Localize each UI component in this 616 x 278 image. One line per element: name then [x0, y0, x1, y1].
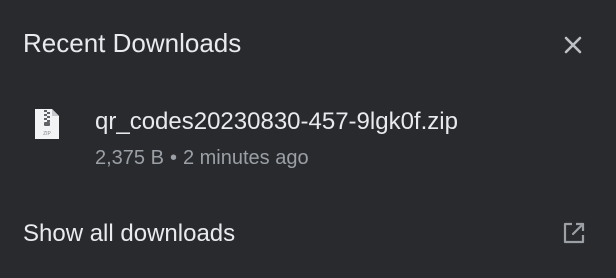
download-meta: 2,375 B • 2 minutes ago: [95, 145, 309, 171]
zip-file-icon: ZIP: [34, 108, 60, 140]
close-icon: [563, 35, 583, 55]
download-size: 2,375 B: [95, 147, 164, 169]
meta-separator: •: [169, 147, 177, 169]
download-filename: qr_codes20230830-457-9lgk0f.zip: [95, 108, 458, 135]
download-time: 2 minutes ago: [182, 147, 309, 169]
open-in-new-icon: [561, 220, 587, 246]
downloads-panel: Recent Downloads ZIP qr_codes20230830-45…: [0, 0, 616, 278]
download-item[interactable]: ZIP qr_codes20230830-457-9lgk0f.zip 2,37…: [0, 92, 616, 188]
zip-icon-caption: ZIP: [43, 131, 51, 137]
close-button[interactable]: [556, 28, 590, 62]
show-all-downloads-link[interactable]: Show all downloads: [0, 204, 616, 264]
panel-header: Recent Downloads: [0, 0, 616, 88]
panel-title: Recent Downloads: [23, 28, 242, 58]
show-all-label: Show all downloads: [23, 220, 236, 247]
